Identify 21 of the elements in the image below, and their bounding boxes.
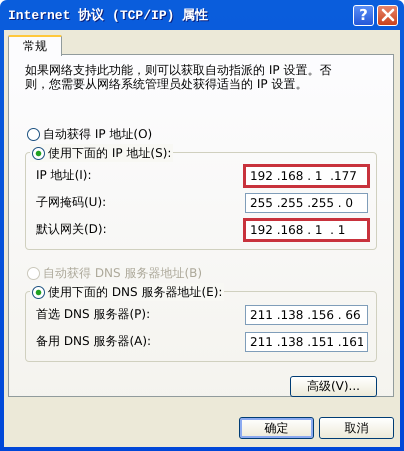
ip-address-field[interactable]: 255 .255 .255 . 0 [245,192,368,212]
dialog-button[interactable]: 取消 [319,417,394,439]
tab[interactable]: 常规 [8,35,62,56]
radio-option[interactable]: 使用下面的 DNS 服务器地址(E): [30,283,224,301]
close-icon [380,8,394,22]
help-button[interactable]: ? [353,4,374,26]
field-label: 首选 DNS 服务器(P): [36,306,150,323]
radio-option[interactable]: 自动获得 IP 地址(O) [25,125,154,143]
dialog-button[interactable]: 确定 [239,417,314,439]
field-label: 备用 DNS 服务器(A): [36,333,152,350]
window-title: Internet 协议 (TCP/IP) 属性 [8,6,210,24]
field-label: 默认网关(D): [36,221,107,238]
advanced-button[interactable]: 高级(V)... [290,376,377,397]
ip-address-field[interactable]: 192 .168 . 1 .177 [245,166,368,186]
description-text: 如果网络支持此功能，则可以获取自动指派的 IP 设置。否则，您需要从网络系统管理员处获得适当的 IP 设置。 [25,63,332,91]
field-label: 子网掩码(U): [36,194,106,211]
ip-address-field[interactable]: 211 .138 .156 . 66 [245,304,368,324]
radio-option[interactable]: 使用下面的 IP 地址(S): [30,144,174,162]
field-label: IP 地址(I): [36,167,92,184]
ip-address-field[interactable]: 192 .168 . 1 . 1 [245,220,368,240]
close-button[interactable] [377,4,398,26]
